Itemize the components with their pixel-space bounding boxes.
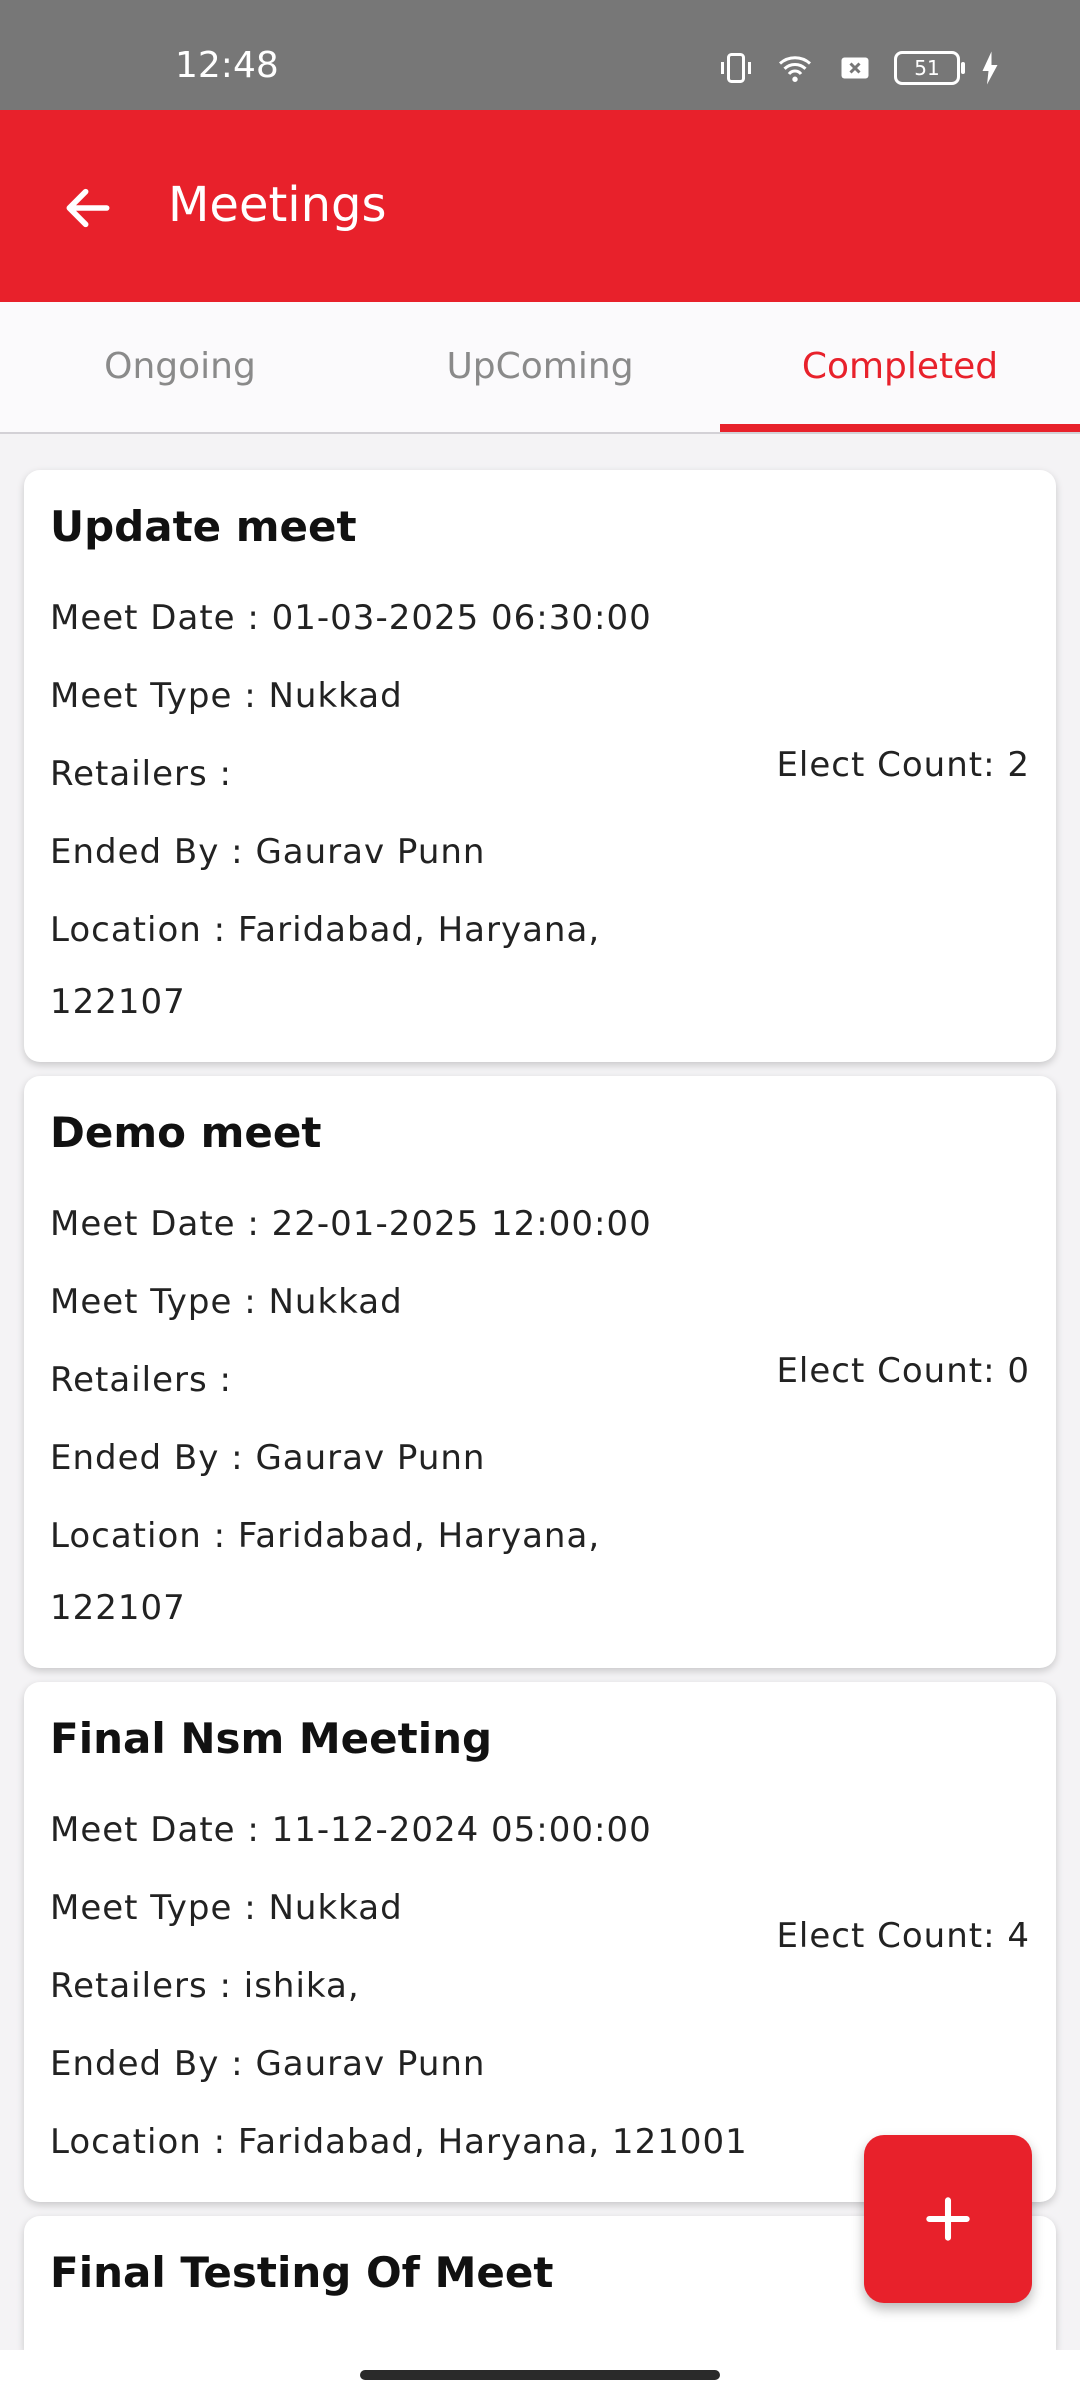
meet-location: Location : Faridabad, Haryana, [50,1516,601,1556]
meeting-title: Final Nsm Meeting [50,1714,493,1763]
tab-completed[interactable]: Completed [720,302,1080,430]
tab-upcoming[interactable]: UpComing [360,302,720,430]
battery-level: 51 [914,56,940,80]
status-bar: 12:48 51 [0,0,1080,110]
no-sim-icon [841,57,869,79]
meet-ended-by: Ended By : Gaurav Punn [50,832,486,872]
status-icons: 51 [718,50,1000,86]
meet-type: Meet Type : Nukkad [50,676,403,716]
elect-count: Elect Count: 0 [776,1351,1030,1391]
elect-count: Elect Count: 2 [776,745,1030,785]
battery-icon: 51 [894,51,965,85]
meet-date: Meet Date : 01-03-2025 06:30:00 [50,598,652,638]
meeting-title: Update meet [50,502,357,551]
tab-indicator [720,424,1080,432]
meet-date: Meet Date : 22-01-2025 12:00:00 [50,1204,652,1244]
tab-bar: Ongoing UpComing Completed [0,302,1080,434]
meeting-card[interactable]: Demo meet Meet Date : 22-01-2025 12:00:0… [24,1076,1056,1668]
status-time: 12:48 [175,45,279,86]
meet-location-pin: 122107 [50,982,186,1022]
charging-icon [982,51,998,85]
meet-ended-by: Ended By : Gaurav Punn [50,2044,486,2084]
back-button[interactable] [48,168,128,248]
meet-retailers: Retailers : [50,1360,232,1400]
app-bar: Meetings [0,110,1080,302]
wifi-icon [779,56,811,82]
meet-ended-by: Ended By : Gaurav Punn [50,1438,486,1478]
gesture-handle[interactable] [360,2370,720,2380]
vibrate-icon [721,53,751,83]
add-meeting-button[interactable] [864,2135,1032,2303]
plus-icon [926,2197,970,2241]
meeting-title: Final Testing Of Meet [50,2248,554,2297]
arrow-left-icon [66,188,110,228]
meeting-title: Demo meet [50,1108,322,1157]
meeting-card[interactable]: Final Nsm Meeting Meet Date : 11-12-2024… [24,1682,1056,2202]
page-title: Meetings [168,177,387,233]
meet-location-pin: 122107 [50,1588,186,1628]
elect-count: Elect Count: 4 [776,1916,1030,1956]
meet-type: Meet Type : Nukkad [50,1888,403,1928]
meet-type: Meet Type : Nukkad [50,1282,403,1322]
meeting-card[interactable]: Update meet Meet Date : 01-03-2025 06:30… [24,470,1056,1062]
meet-retailers: Retailers : ishika, [50,1966,360,2006]
meet-retailers: Retailers : [50,754,232,794]
tab-ongoing[interactable]: Ongoing [0,302,360,430]
meet-date: Meet Date : 11-12-2024 05:00:00 [50,1810,652,1850]
meet-location: Location : Faridabad, Haryana, 121001 [50,2122,748,2162]
meet-location: Location : Faridabad, Haryana, [50,910,601,950]
